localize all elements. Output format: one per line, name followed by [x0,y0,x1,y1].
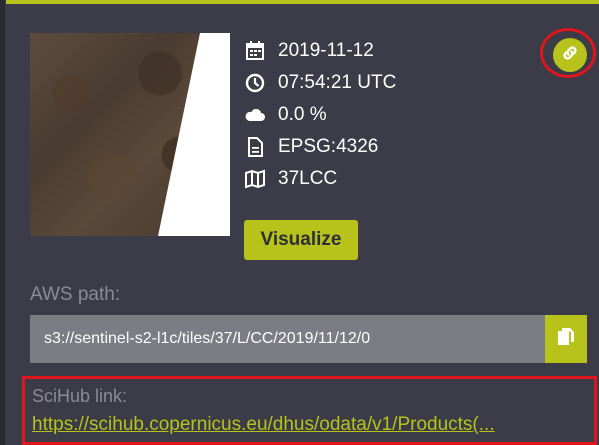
left-frame [0,0,5,445]
cloud-cover: 0.0 % [278,104,327,125]
aws-path-label: AWS path: [30,284,121,305]
cloud-icon [244,104,266,126]
acquisition-time: 07:54:21 UTC [278,72,397,93]
clock-icon [244,72,266,94]
visualize-button[interactable]: Visualize [244,220,358,260]
tile-id: 37LCC [278,168,338,189]
crs-row: EPSG:4326 [244,131,396,163]
copy-button[interactable] [545,315,587,363]
preview-thumbnail [30,33,230,236]
link-button[interactable] [553,38,587,72]
time-row: 07:54:21 UTC [244,67,396,99]
date-row: 2019-11-12 [244,35,396,67]
calendar-icon [244,40,266,62]
product-metadata: 2019-11-12 07:54:21 UTC 0.0 % EPSG:4326 … [244,35,396,195]
acquisition-date: 2019-11-12 [278,40,374,61]
map-icon [244,168,266,190]
scihub-link[interactable]: https://scihub.copernicus.eu/dhus/odata/… [32,414,495,436]
tile-row: 37LCC [244,163,396,195]
scihub-label: SciHub link: [32,386,128,406]
cloud-row: 0.0 % [244,99,396,131]
document-icon [244,136,266,158]
coordinate-system: EPSG:4326 [278,136,379,157]
accent-line [6,0,599,4]
copy-icon [556,326,576,353]
link-icon [560,43,580,68]
aws-path-field[interactable]: s3://sentinel-s2-l1c/tiles/37/L/CC/2019/… [30,315,545,363]
no-data-area [158,33,230,236]
